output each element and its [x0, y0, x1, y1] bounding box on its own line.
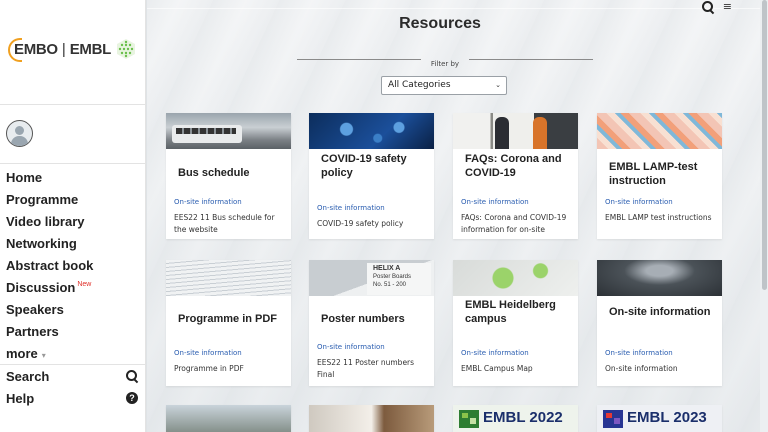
- scrollbar[interactable]: [760, 0, 768, 432]
- filter-label: Filter by: [430, 60, 460, 68]
- resource-card-poster-numbers[interactable]: HELIX A Poster Boards No. 51 - 200 Poste…: [309, 260, 434, 386]
- card-image: HELIX A Poster Boards No. 51 - 200: [309, 260, 434, 296]
- card-category: On-site information: [174, 198, 242, 206]
- sidebar-divider: [0, 163, 146, 164]
- card-image: [597, 113, 722, 149]
- resource-card-onsite-info[interactable]: On-site information On-site information …: [597, 260, 722, 386]
- card-image: [597, 260, 722, 296]
- nav-item-networking[interactable]: Networking: [0, 232, 146, 254]
- resource-card-bus-schedule[interactable]: Bus schedule On-site information EES22 1…: [166, 113, 291, 239]
- card-description: EES22 11 Bus schedule for the website: [174, 213, 275, 234]
- embl-2023-label: EMBL 2023: [627, 409, 707, 426]
- embl-hexagon-icon: [117, 39, 136, 59]
- resource-card-faqs[interactable]: FAQs: Corona and COVID-19 On-site inform…: [453, 113, 578, 239]
- sidebar: EMBO | EMBL Home Programme Video library…: [0, 0, 146, 432]
- nav-item-abstract-book[interactable]: Abstract book: [0, 254, 146, 276]
- card-description: EMBL Campus Map: [461, 364, 533, 373]
- embl-logo-icon: [603, 410, 623, 428]
- card-description: EES22 11 Poster numbers Final: [317, 358, 415, 379]
- chevron-down-icon: ▾: [41, 350, 46, 360]
- resource-card-heidelberg-campus[interactable]: EMBL Heidelberg campus On-site informati…: [453, 260, 578, 386]
- resource-card-programme-pdf[interactable]: Programme in PDF On-site information Pro…: [166, 260, 291, 386]
- embl-logo-icon: [459, 410, 479, 428]
- hamburger-menu-icon[interactable]: ≡: [723, 0, 732, 13]
- nav-item-partners[interactable]: Partners: [0, 320, 146, 342]
- card-category: On-site information: [317, 204, 385, 212]
- new-badge: New: [77, 280, 92, 288]
- card-image: [309, 113, 434, 149]
- card-description: Programme in PDF: [174, 364, 244, 373]
- card-image: [453, 260, 578, 296]
- card-category: On-site information: [605, 349, 673, 357]
- main-content: ≡ Resources Filter by All Categories ⌄ B…: [147, 0, 768, 432]
- embo-embl-logo[interactable]: EMBO | EMBL: [8, 34, 138, 64]
- filter-heading: Filter by: [297, 50, 593, 68]
- nav-item-speakers[interactable]: Speakers: [0, 298, 146, 320]
- embl-2022-label: EMBL 2022: [483, 409, 563, 426]
- nav-item-discussion[interactable]: Discussion New: [0, 276, 146, 298]
- card-category: On-site information: [605, 198, 673, 206]
- logo-embl-text: EMBL: [69, 40, 112, 58]
- avatar[interactable]: [6, 120, 33, 147]
- nav-item-search[interactable]: Search: [0, 365, 146, 387]
- nav-item-home[interactable]: Home: [0, 166, 146, 188]
- card-category: On-site information: [461, 349, 529, 357]
- card-description: FAQs: Corona and COVID-19 information fo…: [461, 213, 567, 234]
- nav-item-help[interactable]: Help?: [0, 387, 146, 409]
- card-image: [166, 113, 291, 149]
- card-category: On-site information: [317, 343, 385, 351]
- search-icon: [126, 370, 138, 382]
- chevron-down-icon: ⌄: [495, 81, 501, 89]
- card-image: [166, 260, 291, 296]
- card-category: On-site information: [461, 198, 529, 206]
- resource-card-embl-2023[interactable]: EMBL 2023: [597, 405, 722, 432]
- category-select[interactable]: All Categories ⌄: [381, 76, 507, 95]
- card-image: [453, 113, 578, 149]
- resource-card-embl-2022[interactable]: EMBL 2022: [453, 405, 578, 432]
- header-divider: [147, 8, 768, 9]
- card-description: EMBL LAMP test instructions: [605, 213, 712, 222]
- card-image: [166, 405, 291, 432]
- card-description: COVID-19 safety policy: [317, 219, 404, 228]
- nav-item-programme[interactable]: Programme: [0, 188, 146, 210]
- card-category: On-site information: [174, 349, 242, 357]
- sidebar-nav: Home Programme Video library Networking …: [0, 166, 146, 409]
- sidebar-divider: [0, 104, 146, 105]
- resource-card[interactable]: [309, 405, 434, 432]
- resource-card[interactable]: [166, 405, 291, 432]
- card-image: EMBL 2023: [597, 405, 722, 432]
- help-icon: ?: [126, 392, 138, 404]
- logo-separator: |: [61, 40, 66, 58]
- nav-item-video-library[interactable]: Video library: [0, 210, 146, 232]
- card-description: On-site information: [605, 364, 678, 373]
- resource-card-covid-policy[interactable]: COVID-19 safety policy On-site informati…: [309, 113, 434, 239]
- scrollbar-thumb[interactable]: [762, 0, 767, 290]
- page-title: Resources: [399, 15, 481, 32]
- search-icon[interactable]: [702, 1, 714, 13]
- poster-sign: HELIX A Poster Boards No. 51 - 200: [367, 263, 431, 295]
- resource-card-lamp-test[interactable]: EMBL LAMP-test instruction On-site infor…: [597, 113, 722, 239]
- card-image: [309, 405, 434, 432]
- nav-item-more[interactable]: more ▾: [0, 342, 146, 364]
- card-image: EMBL 2022: [453, 405, 578, 432]
